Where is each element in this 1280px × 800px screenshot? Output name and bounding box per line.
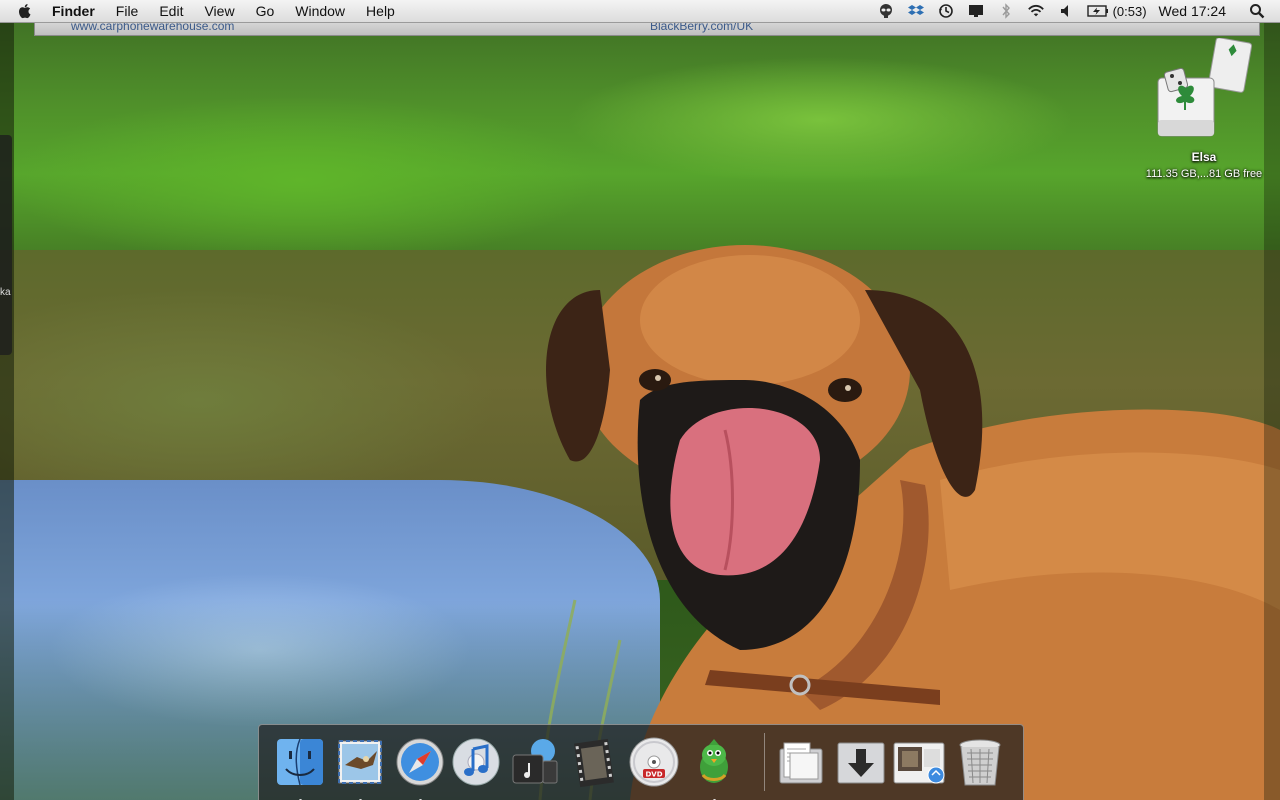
desktop: www.carphonewarehouse.com BlackBerry.com… xyxy=(0,0,1280,800)
dropbox-icon[interactable] xyxy=(907,3,925,19)
documents-stack-icon[interactable] xyxy=(774,735,828,789)
garageband-icon[interactable] xyxy=(507,735,561,789)
itunes-icon[interactable] xyxy=(449,735,503,789)
pictures-stack-icon[interactable] xyxy=(892,735,946,789)
dock-item-movie[interactable] xyxy=(567,735,621,791)
menu-bar: Finder File Edit View Go Window Help (0:… xyxy=(0,0,1280,23)
bluetooth-icon[interactable] xyxy=(997,3,1015,19)
search-icon[interactable] xyxy=(1248,3,1266,19)
screen-icon[interactable] xyxy=(967,3,985,19)
trash-icon[interactable] xyxy=(953,735,1007,789)
menu-file[interactable]: File xyxy=(116,3,139,19)
menu-view[interactable]: View xyxy=(204,3,234,19)
apple-logo-icon[interactable] xyxy=(16,2,34,20)
finder-icon[interactable] xyxy=(273,735,327,789)
dock-item-mail[interactable] xyxy=(333,735,387,800)
alien-icon[interactable] xyxy=(877,3,895,19)
dock-item-trash[interactable] xyxy=(953,735,1007,791)
battery-icon[interactable] xyxy=(1086,3,1109,19)
dock-item-downloads-stack[interactable] xyxy=(834,735,888,791)
dvd-player-icon[interactable]: DVD xyxy=(627,735,681,789)
menu-app-finder[interactable]: Finder xyxy=(52,3,95,19)
dock-item-documents-stack[interactable] xyxy=(774,735,828,791)
wifi-icon[interactable] xyxy=(1027,3,1045,19)
battery-time[interactable]: (0:53) xyxy=(1113,4,1147,19)
dock: DVD xyxy=(258,724,1024,800)
wallpaper-dog-image xyxy=(538,245,1280,800)
menu-clock[interactable]: Wed 17:24 xyxy=(1159,3,1226,19)
side-panel[interactable]: ka xyxy=(0,135,12,355)
dock-item-adium[interactable] xyxy=(687,735,741,800)
menu-help[interactable]: Help xyxy=(366,3,395,19)
time-machine-icon[interactable] xyxy=(937,3,955,19)
svg-text:DVD: DVD xyxy=(645,771,662,779)
menu-go[interactable]: Go xyxy=(256,3,275,19)
safari-icon[interactable] xyxy=(393,735,447,789)
volume-icon[interactable] xyxy=(1057,3,1075,19)
dock-item-itunes[interactable] xyxy=(449,735,503,791)
menu-edit[interactable]: Edit xyxy=(159,3,183,19)
wallpaper-edge-right xyxy=(1264,20,1280,800)
side-panel-text: ka xyxy=(0,287,11,298)
downloads-stack-icon[interactable] xyxy=(834,735,888,789)
browser-url-text[interactable]: www.carphonewarehouse.com xyxy=(71,22,234,33)
dock-item-safari[interactable] xyxy=(393,735,447,800)
hard-drive-icon[interactable] xyxy=(1142,37,1266,148)
menu-extras: (0:53) Wed 17:24 xyxy=(877,0,1280,22)
adium-icon[interactable] xyxy=(687,735,741,789)
desktop-disk-icon[interactable]: Elsa 111.35 GB,...81 GB free xyxy=(1142,37,1266,188)
mail-icon[interactable] xyxy=(333,735,387,789)
movie-icon[interactable] xyxy=(567,735,621,789)
dock-item-garageband[interactable] xyxy=(507,735,561,791)
browser-title-text: BlackBerry.com/UK xyxy=(650,22,754,33)
disk-info: 111.35 GB,...81 GB free xyxy=(1145,168,1263,180)
dock-separator xyxy=(764,733,765,791)
dock-item-dvd-player[interactable]: DVD xyxy=(627,735,681,791)
disk-name: Elsa xyxy=(1191,150,1217,164)
dock-item-pictures-stack[interactable] xyxy=(892,735,946,791)
dock-item-finder[interactable] xyxy=(273,735,327,800)
background-browser-window[interactable]: www.carphonewarehouse.com BlackBerry.com… xyxy=(34,22,1260,36)
menu-window[interactable]: Window xyxy=(295,3,345,19)
